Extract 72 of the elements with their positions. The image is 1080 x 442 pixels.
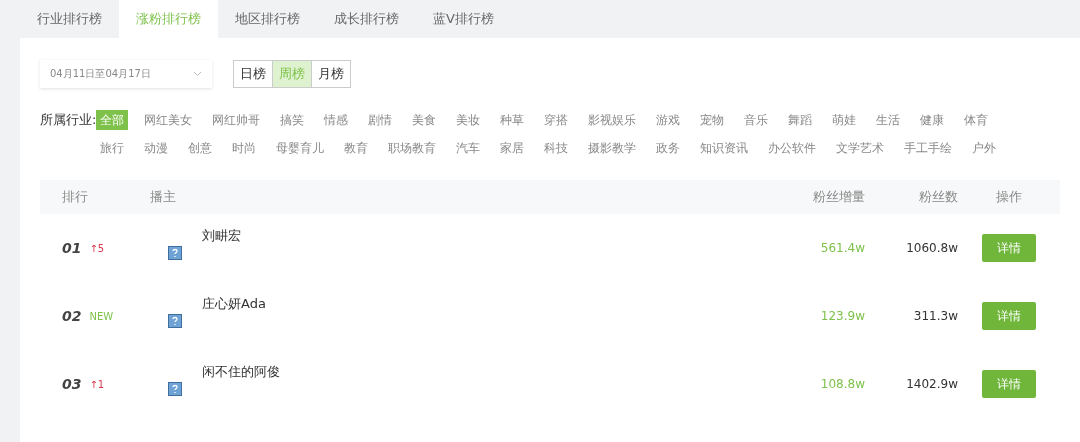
tab[interactable]: 涨粉排行榜: [119, 0, 218, 38]
date-range-select[interactable]: 04月11日至04月17日: [40, 60, 212, 88]
industry-tag[interactable]: 美妆: [452, 110, 485, 130]
industry-tag[interactable]: 职场教育: [384, 138, 441, 158]
industry-tag[interactable]: 办公软件: [764, 138, 821, 158]
industry-tag[interactable]: 舞蹈: [784, 110, 817, 130]
industry-tag[interactable]: 手工手绘: [900, 138, 957, 158]
streamer-name: 刘畊宏: [202, 227, 241, 245]
industry-tag[interactable]: 动漫: [140, 138, 173, 158]
details-button[interactable]: 详情: [982, 234, 1036, 262]
broken-image-icon: [168, 314, 182, 328]
rank-change: ↑5: [89, 242, 105, 254]
industry-tag[interactable]: 家居: [496, 138, 529, 158]
column-header: 排行: [61, 188, 89, 206]
industry-tag[interactable]: 摄影教学: [584, 138, 641, 158]
industry-tag[interactable]: 宠物: [696, 110, 729, 130]
industry-tag[interactable]: 体育: [960, 110, 993, 130]
industry-tag[interactable]: 旅行: [96, 138, 129, 158]
industry-tag[interactable]: 种草: [496, 110, 529, 130]
industry-tag[interactable]: 时尚: [228, 138, 261, 158]
industry-tag[interactable]: 健康: [916, 110, 949, 130]
industry-tag[interactable]: 母婴育儿: [272, 138, 329, 158]
industry-tag[interactable]: 户外: [968, 138, 1001, 158]
tab[interactable]: 成长排行榜: [317, 0, 416, 38]
table-cell-text: 561.4w: [819, 241, 865, 255]
streamer-name: 闲不住的阿俊: [202, 363, 280, 381]
rank-number: 01: [62, 240, 82, 256]
tab[interactable]: 行业排行榜: [20, 0, 119, 38]
streamer-name: 庄心妍Ada: [202, 295, 266, 313]
broken-image-icon: [168, 382, 182, 396]
tab[interactable]: 地区排行榜: [218, 0, 317, 38]
industry-tag[interactable]: 知识资讯: [696, 138, 753, 158]
details-button[interactable]: 详情: [982, 370, 1036, 398]
industry-tag[interactable]: 汽车: [452, 138, 485, 158]
tab[interactable]: 蓝V排行榜: [416, 0, 511, 38]
details-button[interactable]: 详情: [982, 302, 1036, 330]
column-header: 播主: [150, 188, 177, 206]
column-header: 粉丝增量: [812, 188, 865, 206]
table-cell-text: 1060.8w: [905, 241, 958, 255]
industry-tag[interactable]: 情感: [320, 110, 353, 130]
industry-tag[interactable]: 萌娃: [828, 110, 861, 130]
industry-tag[interactable]: 政务: [652, 138, 685, 158]
industry-tag[interactable]: 网红美女: [140, 110, 197, 130]
industry-tag[interactable]: 游戏: [652, 110, 685, 130]
table-cell-text: 108.8w: [819, 377, 865, 391]
industry-tag[interactable]: 教育: [340, 138, 373, 158]
industry-tag[interactable]: 剧情: [364, 110, 397, 130]
broken-image-icon: [168, 246, 182, 260]
industry-tag[interactable]: 全部: [96, 110, 129, 130]
rank-change: NEW: [89, 310, 114, 322]
period-toggle[interactable]: 月榜: [311, 60, 351, 88]
period-toggle[interactable]: 日榜: [233, 60, 273, 88]
industry-tag[interactable]: 搞笑: [276, 110, 309, 130]
industry-tag[interactable]: 生活: [872, 110, 905, 130]
table-cell-text: 1402.9w: [905, 377, 958, 391]
industry-tag[interactable]: 网红帅哥: [208, 110, 265, 130]
industry-tag[interactable]: 美食: [408, 110, 441, 130]
caret-icon: [193, 71, 202, 77]
industry-tag[interactable]: 文学艺术: [832, 138, 889, 158]
rank-number: 03: [62, 376, 82, 392]
table-cell-text: 311.3w: [912, 309, 958, 323]
industry-label: 所属行业:: [40, 111, 97, 129]
industry-tag[interactable]: 科技: [540, 138, 573, 158]
column-header: 粉丝数: [918, 188, 958, 206]
table-cell-text: 123.9w: [819, 309, 865, 323]
industry-tag[interactable]: 穿搭: [540, 110, 573, 130]
industry-tag[interactable]: 影视娱乐: [584, 110, 641, 130]
industry-tag[interactable]: 音乐: [740, 110, 773, 130]
column-header: 操作: [995, 188, 1023, 206]
industry-tag[interactable]: 创意: [184, 138, 217, 158]
rank-change: ↑1: [89, 378, 105, 390]
rank-number: 02: [62, 308, 82, 324]
